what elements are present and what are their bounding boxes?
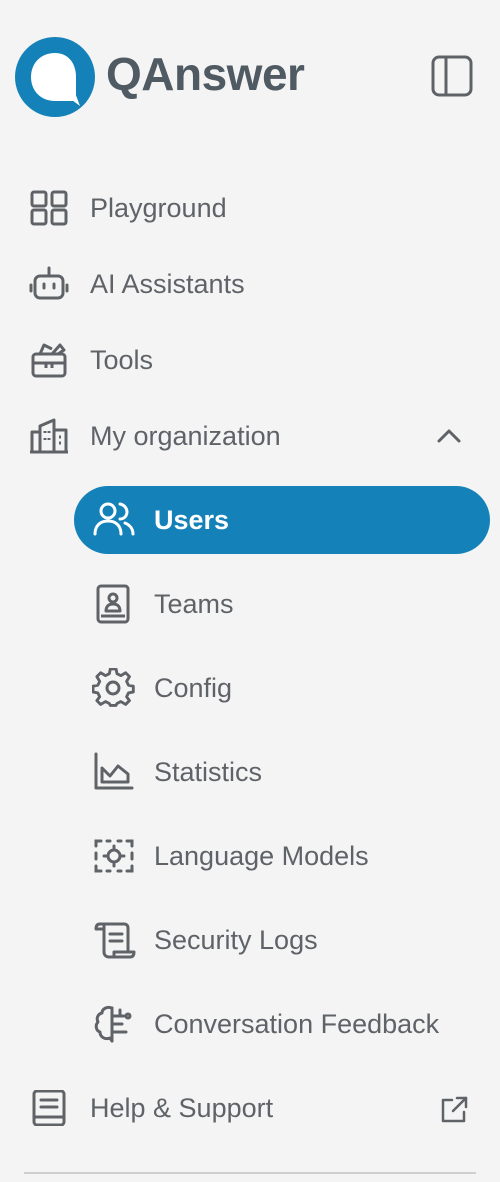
cpu-settings-icon bbox=[92, 836, 136, 876]
external-link-icon bbox=[438, 1094, 470, 1126]
nav-label-help-support: Help & Support bbox=[90, 1093, 274, 1123]
brain-icon bbox=[92, 1004, 136, 1044]
sub-item-config[interactable]: Config bbox=[74, 654, 490, 722]
nav-item-help-support[interactable]: Help & Support bbox=[0, 1078, 500, 1138]
sub-label-config: Config bbox=[154, 673, 233, 703]
nav-item-tools[interactable]: Tools bbox=[0, 330, 500, 390]
nav-item-my-organization[interactable]: My organization bbox=[0, 406, 500, 466]
chevron-up-icon[interactable] bbox=[434, 424, 464, 448]
sidebar-toggle-button[interactable] bbox=[430, 54, 474, 98]
toolbox-icon bbox=[28, 342, 72, 378]
users-icon bbox=[92, 500, 136, 540]
nav-label-my-organization: My organization bbox=[90, 421, 281, 451]
sub-label-teams: Teams bbox=[154, 589, 234, 619]
gear-icon bbox=[92, 668, 136, 708]
nav-item-ai-assistants[interactable]: AI Assistants bbox=[0, 254, 500, 314]
nav-label-playground: Playground bbox=[90, 193, 227, 223]
scroll-icon bbox=[92, 920, 136, 960]
sub-label-users: Users bbox=[154, 505, 230, 535]
chart-area-icon bbox=[92, 752, 136, 792]
building-icon bbox=[28, 418, 72, 454]
sub-label-conversation-feedback: Conversation Feedback bbox=[154, 1009, 440, 1039]
sidebar-header: QAnswer bbox=[0, 0, 500, 150]
sub-item-statistics[interactable]: Statistics bbox=[74, 738, 490, 806]
sub-item-language-models[interactable]: Language Models bbox=[74, 822, 490, 890]
sidebar-toggle-icon bbox=[431, 55, 473, 97]
sidebar-divider bbox=[24, 1172, 476, 1174]
nav-label-tools: Tools bbox=[90, 345, 154, 375]
contact-book-icon bbox=[92, 584, 136, 624]
book-icon bbox=[28, 1090, 72, 1126]
sub-label-statistics: Statistics bbox=[154, 757, 263, 787]
brand-name: QAnswer bbox=[106, 48, 305, 100]
sub-item-users[interactable]: Users bbox=[74, 486, 490, 554]
sub-label-security-logs: Security Logs bbox=[154, 925, 318, 955]
nav-item-playground[interactable]: Playground bbox=[0, 178, 500, 238]
sub-label-language-models: Language Models bbox=[154, 841, 369, 871]
qanswer-logo-icon bbox=[14, 36, 96, 118]
robot-icon bbox=[28, 266, 72, 302]
sub-item-teams[interactable]: Teams bbox=[74, 570, 490, 638]
grid-icon bbox=[28, 190, 72, 226]
sub-item-conversation-feedback[interactable]: Conversation Feedback bbox=[74, 990, 490, 1058]
sub-item-security-logs[interactable]: Security Logs bbox=[74, 906, 490, 974]
nav-label-ai-assistants: AI Assistants bbox=[90, 269, 245, 299]
